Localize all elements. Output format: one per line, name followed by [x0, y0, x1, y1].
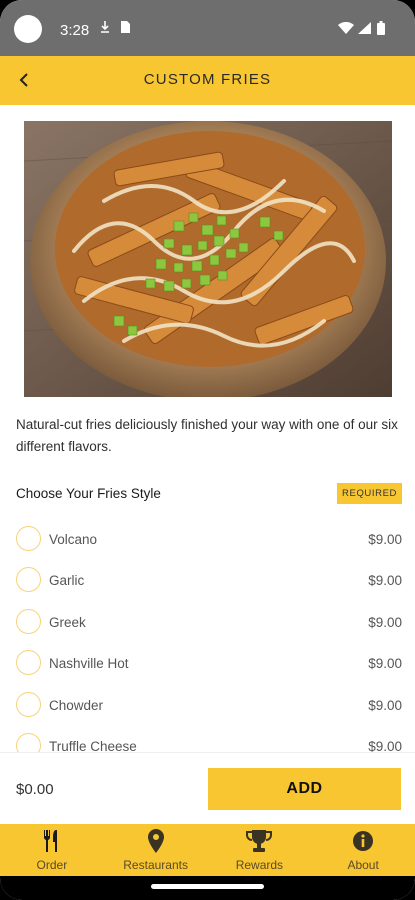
- status-time: 3:28: [60, 22, 90, 39]
- option-price: $9.00: [368, 697, 402, 713]
- option-row[interactable]: Greek $9.00: [16, 603, 402, 644]
- radio-button[interactable]: [16, 691, 41, 717]
- option-price: $9.00: [368, 656, 402, 672]
- option-row[interactable]: Volcano $9.00: [16, 520, 402, 561]
- nav-label: About: [347, 858, 379, 872]
- info-icon: [311, 829, 415, 853]
- map-pin-icon: [104, 829, 208, 853]
- wifi-icon: [338, 21, 354, 37]
- gesture-bar: [0, 876, 415, 900]
- option-price: $9.00: [368, 573, 402, 589]
- radio-button[interactable]: [16, 608, 41, 634]
- footer-divider: [0, 752, 415, 753]
- nav-item-restaurants[interactable]: Restaurants: [104, 824, 208, 876]
- home-indicator[interactable]: [151, 884, 264, 889]
- camera-cutout: [14, 15, 42, 43]
- option-row[interactable]: Truffle Cheese $9.00: [16, 727, 402, 752]
- app-header: CUSTOM FRIES: [0, 56, 415, 105]
- option-name: Garlic: [49, 573, 85, 589]
- required-badge: REQUIRED: [337, 483, 402, 504]
- nav-label: Rewards: [235, 858, 284, 872]
- option-group-title: Choose Your Fries Style: [16, 486, 161, 501]
- option-row[interactable]: Garlic $9.00: [16, 561, 402, 602]
- nav-label: Restaurants: [123, 858, 188, 872]
- fork-knife-icon: [0, 829, 104, 853]
- option-price: $9.00: [368, 738, 402, 752]
- trophy-icon: [208, 829, 312, 853]
- options-list: Volcano $9.00 Garlic $9.00 Greek $9.00 N…: [16, 520, 402, 752]
- add-to-order-button[interactable]: ADD: [208, 768, 401, 810]
- option-price: $9.00: [368, 614, 402, 630]
- nav-label: Order: [36, 858, 68, 872]
- sim-card-icon: [120, 20, 131, 37]
- cell-signal-icon: [358, 22, 371, 37]
- option-row[interactable]: Nashville Hot $9.00: [16, 644, 402, 685]
- item-description: Natural-cut fries deliciously finished y…: [16, 417, 398, 454]
- radio-button[interactable]: [16, 526, 41, 551]
- option-name: Greek: [49, 614, 86, 630]
- option-name: Chowder: [49, 697, 104, 713]
- download-icon: [100, 20, 110, 37]
- page-title: CUSTOM FRIES: [143, 71, 272, 88]
- radio-button[interactable]: [16, 732, 41, 752]
- option-row[interactable]: Chowder $9.00: [16, 686, 402, 727]
- bottom-navigation: Order Restaurants Rewards About: [0, 824, 415, 876]
- nav-item-order[interactable]: Order: [0, 824, 104, 876]
- nav-item-about[interactable]: About: [311, 824, 415, 876]
- phone-screen: 3:28 CUSTOM FRIES Natural-cut fries deli…: [0, 0, 415, 900]
- radio-button[interactable]: [16, 567, 41, 593]
- fries-photo-illustration: [24, 121, 392, 397]
- option-group-header: Choose Your Fries Style REQUIRED: [16, 483, 402, 505]
- nav-item-rewards[interactable]: Rewards: [208, 824, 312, 876]
- fries-bowl-photo: [24, 121, 392, 397]
- battery-icon: [377, 21, 385, 38]
- order-total: $0.00: [16, 781, 54, 798]
- status-bar: 3:28: [0, 0, 415, 56]
- option-name: Truffle Cheese: [49, 738, 137, 752]
- option-price: $9.00: [368, 532, 402, 547]
- option-name: Volcano: [49, 532, 98, 547]
- radio-button[interactable]: [16, 650, 41, 676]
- option-name: Nashville Hot: [49, 656, 129, 672]
